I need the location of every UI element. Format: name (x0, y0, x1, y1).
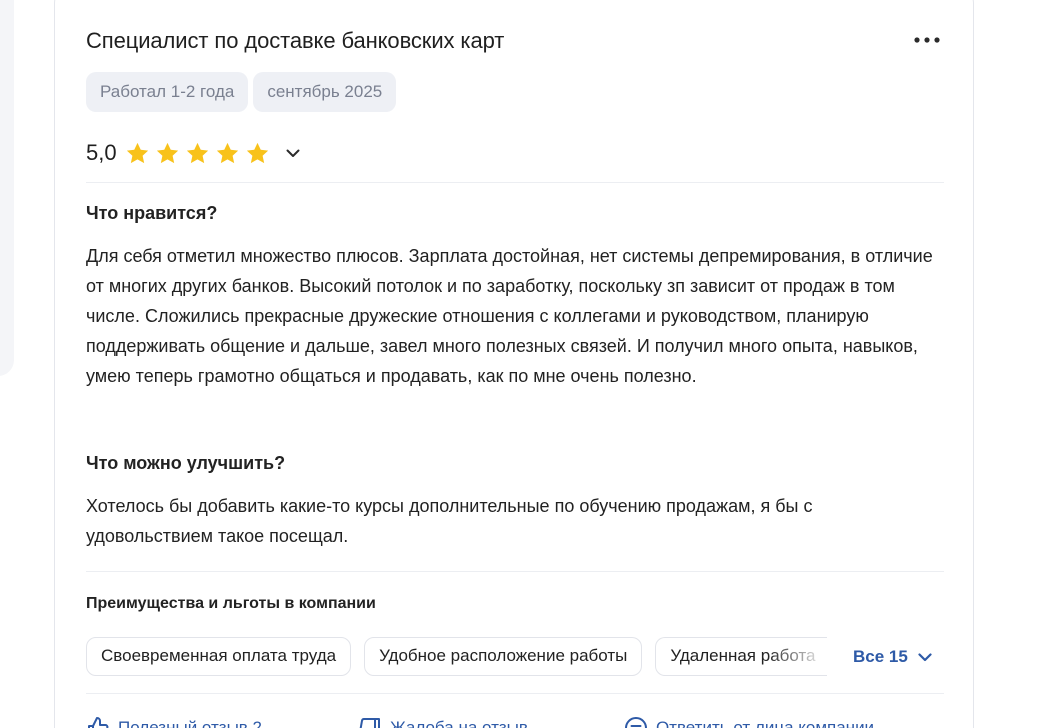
chevron-down-icon (918, 652, 932, 661)
benefit-chip[interactable]: Удаленная работа (655, 636, 828, 676)
left-sidebar-panel (0, 0, 14, 376)
helpful-label: Полезный отзыв 2 (118, 718, 263, 728)
date-tag: сентябрь 2025 (253, 72, 397, 112)
improve-heading: Что можно улучшить? (86, 453, 286, 473)
rating-details-toggle[interactable] (282, 142, 304, 164)
reply-label: Ответить от лица компании (655, 718, 875, 728)
rating-block: 5,0 (86, 140, 304, 166)
review-actions: Полезный отзыв 2 Жалоба на отзыв Ответит… (86, 716, 944, 728)
divider (86, 182, 944, 183)
experience-tag: Работал 1-2 года (86, 72, 249, 112)
benefit-chip[interactable]: Удобное расположение работы (364, 636, 643, 676)
helpful-button[interactable]: Полезный отзыв 2 (86, 716, 262, 728)
rating-value: 5,0 (86, 140, 117, 165)
divider (86, 693, 944, 694)
more-dots-icon (914, 37, 940, 43)
review-title: Специалист по доставке банковских карт (86, 28, 505, 53)
thumbs-up-icon (88, 717, 109, 728)
star-icon (156, 142, 178, 163)
likes-heading: Что нравится? (86, 203, 218, 223)
improve-text: Хотелось бы добавить какие-то курсы допо… (86, 496, 813, 546)
rating-stars (125, 141, 270, 166)
benefit-chip[interactable]: Своевременная оплата труда (86, 636, 352, 676)
show-all-label: Все 15 (853, 647, 908, 666)
star-icon (186, 142, 208, 163)
complain-button[interactable]: Жалоба на отзыв (358, 716, 528, 728)
likes-text: Для себя отметил множество плюсов. Зарпл… (86, 246, 933, 386)
comment-icon (624, 717, 647, 728)
star-icon (126, 142, 148, 163)
thumbs-down-icon (359, 718, 381, 728)
star-icon (216, 142, 238, 163)
complain-label: Жалоба на отзыв (390, 718, 528, 728)
reply-button[interactable]: Ответить от лица компании (624, 716, 874, 728)
chevron-down-icon (286, 149, 300, 157)
more-options-button[interactable] (912, 30, 942, 50)
benefits-heading: Преимущества и льготы в компании (86, 595, 376, 612)
benefits-list: Своевременная оплата труда Удобное распо… (86, 636, 944, 676)
show-all-benefits-button[interactable]: Все 15 (853, 637, 932, 677)
review-tags: Работал 1-2 года сентябрь 2025 (86, 72, 397, 112)
divider (86, 571, 944, 572)
star-icon (246, 142, 268, 163)
